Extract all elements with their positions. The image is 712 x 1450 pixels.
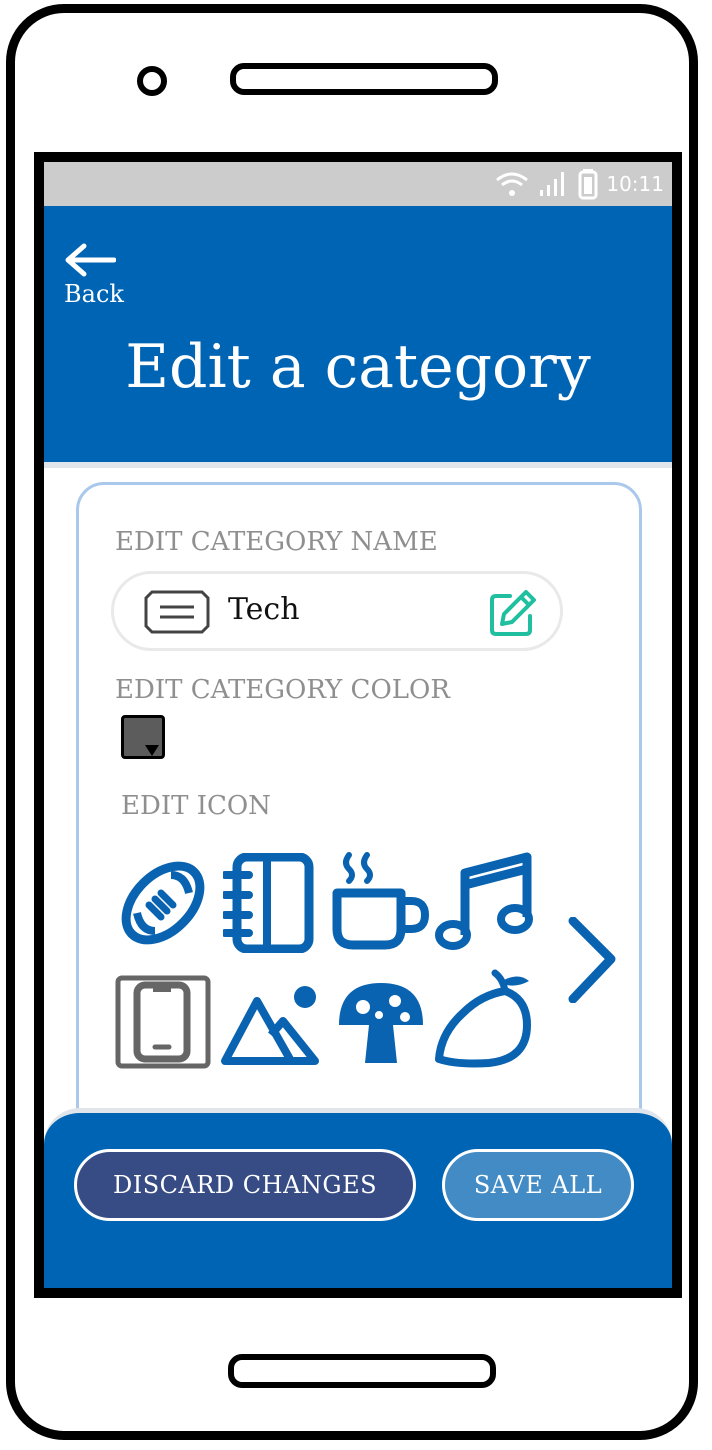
mango-icon[interactable] (433, 969, 533, 1071)
mushroom-icon[interactable] (333, 977, 429, 1071)
edit-pencil-icon[interactable] (488, 588, 538, 638)
icon-section-label: EDIT ICON (121, 791, 271, 821)
coffee-cup-icon[interactable] (331, 851, 431, 951)
page-title: Edit a category (125, 332, 591, 402)
music-note-icon[interactable] (435, 851, 535, 951)
save-all-button[interactable]: SAVE ALL (442, 1149, 634, 1221)
football-icon[interactable] (115, 855, 211, 951)
chevron-down-icon (145, 745, 159, 756)
category-name-field[interactable]: Tech (111, 571, 563, 651)
home-button[interactable] (228, 1354, 496, 1388)
notebook-icon[interactable] (223, 853, 315, 953)
color-section-label: EDIT CATEGORY COLOR (115, 675, 450, 705)
label-tag-icon (144, 590, 210, 634)
camera (137, 66, 167, 96)
discard-changes-button[interactable]: DISCARD CHANGES (74, 1149, 416, 1221)
name-section-label: EDIT CATEGORY NAME (115, 527, 438, 557)
status-time: 10:11 (606, 172, 664, 196)
footer-bar: DISCARD CHANGES SAVE ALL (44, 1108, 672, 1288)
back-button[interactable]: Back (64, 242, 124, 308)
speaker (230, 63, 498, 95)
screen: 10:11 Back Edit a category EDIT CATEGORY… (34, 152, 682, 1298)
color-picker-swatch[interactable] (121, 715, 165, 759)
status-bar: 10:11 (44, 162, 672, 206)
chevron-right-icon[interactable] (567, 917, 617, 1003)
arrow-left-icon (65, 243, 116, 277)
back-label: Back (64, 280, 124, 308)
app-header: Back Edit a category (44, 206, 672, 468)
mountain-image-icon[interactable] (221, 979, 321, 1069)
wifi-icon (496, 172, 529, 196)
category-name-value[interactable]: Tech (228, 592, 300, 627)
smartphone-icon[interactable] (115, 975, 211, 1069)
battery-icon (578, 169, 598, 200)
signal-icon (540, 172, 565, 196)
